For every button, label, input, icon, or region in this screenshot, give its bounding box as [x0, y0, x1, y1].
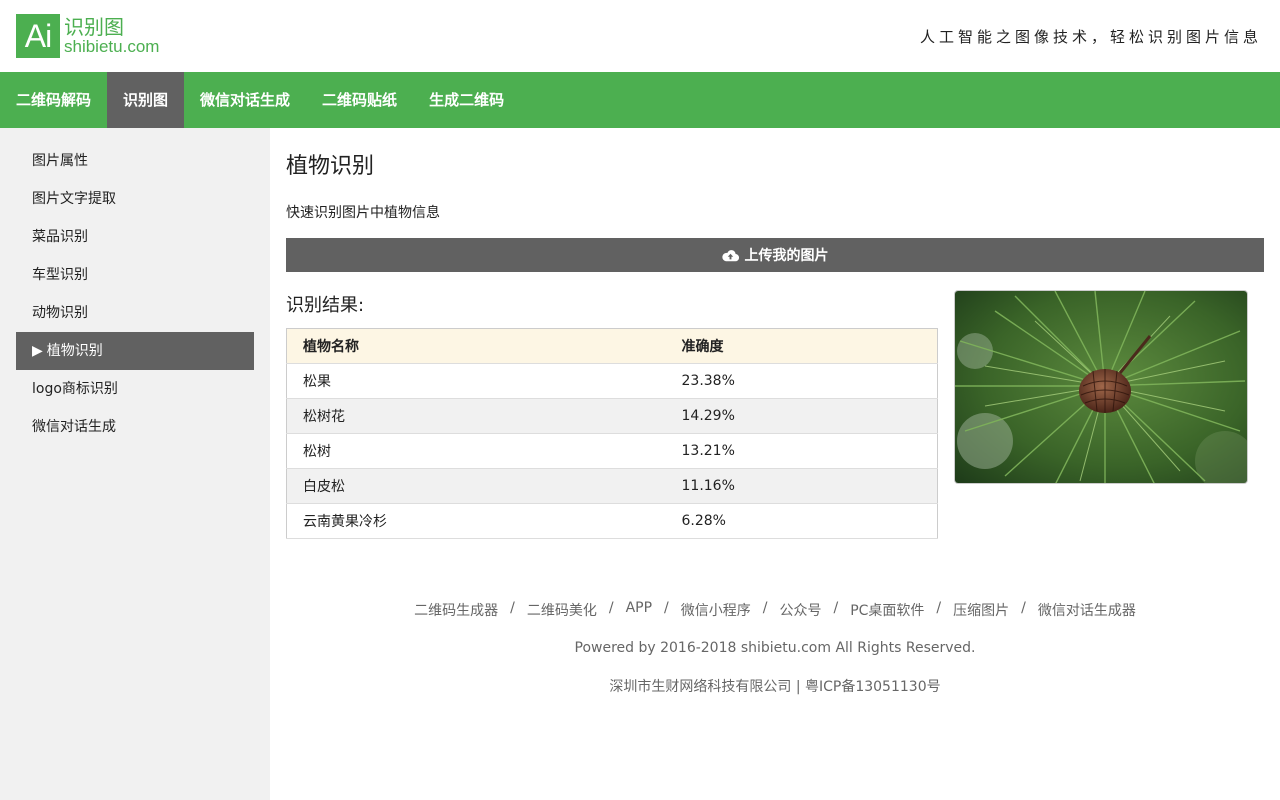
footer-links: 二维码生成器 / 二维码美化 / APP / 微信小程序 / 公众号 / PC桌… — [270, 600, 1280, 620]
page-title: 植物识别 — [286, 154, 375, 179]
footer-link-wechat-chat-generator[interactable]: 微信对话生成器 — [1038, 600, 1136, 620]
site-logo[interactable]: Ai 识别图 shibietu.com — [16, 14, 159, 58]
plant-name-cell: 松树 — [303, 444, 331, 460]
upload-image-button[interactable]: 上传我的图片 — [286, 238, 1264, 272]
site-footer: 二维码生成器 / 二维码美化 / APP / 微信小程序 / 公众号 / PC桌… — [270, 600, 1280, 696]
accuracy-cell: 6.28% — [681, 513, 726, 529]
table-row: 松果 23.38% — [286, 364, 938, 399]
sidebar-item-animal-recognition[interactable]: 动物识别 — [16, 294, 254, 332]
footer-separator: / — [936, 600, 942, 616]
footer-separator: / — [1021, 600, 1026, 616]
footer-separator: / — [762, 600, 768, 616]
logo-en: shibietu.com — [64, 36, 160, 56]
uploaded-plant-image — [954, 290, 1248, 484]
active-triangle-icon: ▶ — [32, 343, 43, 359]
table-header-row: 植物名称 准确度 — [286, 328, 938, 364]
page-description: 快速识别图片中植物信息 — [286, 205, 440, 221]
sidebar-item-wechat-chat-generator[interactable]: 微信对话生成 — [16, 408, 254, 446]
accuracy-cell: 11.16% — [681, 478, 735, 494]
pine-cone-image — [955, 291, 1247, 483]
footer-separator: / — [510, 600, 515, 616]
nav-item-qrcode-decode[interactable]: 二维码解码 — [0, 72, 107, 128]
footer-separator: / — [608, 600, 614, 616]
footer-link-mini-program[interactable]: 微信小程序 — [681, 600, 751, 620]
site-slogan: 人工智能之图像技术，轻松识别图片信息 — [919, 27, 1262, 46]
column-header-accuracy: 准确度 — [667, 328, 938, 364]
main-content: 植物识别 快速识别图片中植物信息 上传我的图片 识别结果: 植物名称 准确度 松… — [270, 128, 1280, 800]
footer-separator: / — [664, 600, 669, 616]
table-row: 松树花 14.29% — [286, 398, 938, 434]
nav-item-wechat-chat-generator[interactable]: 微信对话生成 — [184, 72, 306, 128]
top-navbar: 二维码解码 识别图 微信对话生成 二维码贴纸 生成二维码 — [0, 72, 1280, 128]
footer-link-qrcode-beautify[interactable]: 二维码美化 — [527, 600, 597, 620]
result-title: 识别结果: — [286, 295, 365, 316]
logo-text: 识别图 shibietu.com — [64, 16, 159, 57]
site-header: Ai 识别图 shibietu.com 人工智能之图像技术，轻松识别图片信息 — [0, 0, 1280, 72]
logo-cn: 识别图 — [64, 14, 124, 39]
footer-link-pc-software[interactable]: PC桌面软件 — [850, 600, 924, 620]
sidebar-item-text-extraction[interactable]: 图片文字提取 — [16, 180, 254, 218]
accuracy-cell: 14.29% — [681, 408, 735, 424]
footer-link-official-account[interactable]: 公众号 — [779, 600, 821, 620]
footer-link-qrcode-generator[interactable]: 二维码生成器 — [414, 600, 498, 620]
column-header-plant-name: 植物名称 — [286, 328, 668, 364]
table-row: 白皮松 11.16% — [286, 468, 938, 504]
sidebar-item-plant-recognition[interactable]: ▶ 植物识别 — [16, 332, 254, 370]
plant-name-cell: 云南黄果冷杉 — [303, 514, 387, 530]
copyright-text: Powered by 2016-2018 shibietu.com All Ri… — [574, 640, 976, 656]
sidebar-item-label: 植物识别 — [46, 343, 103, 359]
sidebar: 图片属性 图片文字提取 菜品识别 车型识别 动物识别 ▶ 植物识别 logo商标识… — [0, 128, 270, 800]
logo-mark: Ai — [16, 14, 60, 58]
sidebar-item-image-properties[interactable]: 图片属性 — [16, 142, 254, 180]
table-row: 松树 13.21% — [286, 434, 938, 469]
table-row: 云南黄果冷杉 6.28% — [286, 504, 938, 539]
plant-name-cell: 松果 — [303, 374, 331, 390]
icp-text: 深圳市生财网络科技有限公司 | 粤ICP备13051130号 — [609, 679, 941, 695]
result-table: 植物名称 准确度 松果 23.38% 松树花 14.29% 松树 13.21% … — [286, 328, 938, 539]
footer-link-compress-image[interactable]: 压缩图片 — [953, 600, 1009, 620]
plant-name-cell: 松树花 — [303, 409, 345, 425]
footer-separator: / — [833, 600, 839, 616]
upload-button-label: 上传我的图片 — [744, 248, 829, 264]
sidebar-item-car-recognition[interactable]: 车型识别 — [16, 256, 254, 294]
nav-item-image-recognition[interactable]: 识别图 — [107, 72, 185, 128]
sidebar-item-logo-recognition[interactable]: logo商标识别 — [16, 370, 254, 408]
nav-item-generate-qrcode[interactable]: 生成二维码 — [413, 72, 520, 128]
plant-name-cell: 白皮松 — [303, 479, 345, 495]
footer-link-app[interactable]: APP — [626, 600, 652, 620]
cloud-upload-icon — [721, 249, 739, 261]
nav-item-qrcode-sticker[interactable]: 二维码贴纸 — [306, 72, 413, 128]
accuracy-cell: 13.21% — [681, 443, 735, 459]
accuracy-cell: 23.38% — [681, 373, 735, 389]
sidebar-item-dish-recognition[interactable]: 菜品识别 — [16, 218, 254, 256]
